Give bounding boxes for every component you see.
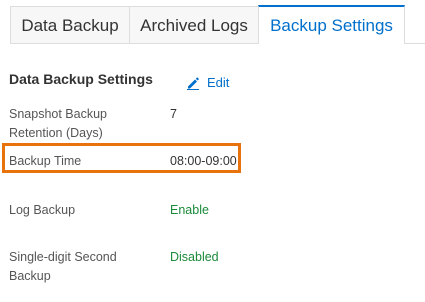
tab-data-backup[interactable]: Data Backup [10, 6, 130, 44]
pencil-icon [187, 76, 199, 90]
edit-button[interactable]: Edit [186, 75, 229, 90]
backup-settings-page: Data Backup Archived Logs Backup Setting… [0, 0, 425, 302]
retention-label: Snapshot Backup Retention (Days) [9, 107, 107, 140]
tab-backup-settings[interactable]: Backup Settings [258, 5, 405, 44]
backup-time-label: Backup Time [9, 154, 82, 168]
log-backup-label: Log Backup [9, 203, 76, 217]
edit-label: Edit [207, 75, 230, 90]
tab-archived-logs[interactable]: Archived Logs [129, 6, 259, 44]
single-digit-second-value: Disabled [170, 250, 219, 264]
tab-bar: Data Backup Archived Logs Backup Setting… [10, 5, 425, 44]
backup-time-value: 08:00-09:00 [170, 154, 237, 168]
retention-value: 7 [170, 107, 177, 121]
section-title: Data Backup Settings [9, 71, 153, 87]
single-digit-second-label: Single-digit Second Backup [9, 250, 117, 283]
log-backup-value: Enable [170, 203, 209, 217]
